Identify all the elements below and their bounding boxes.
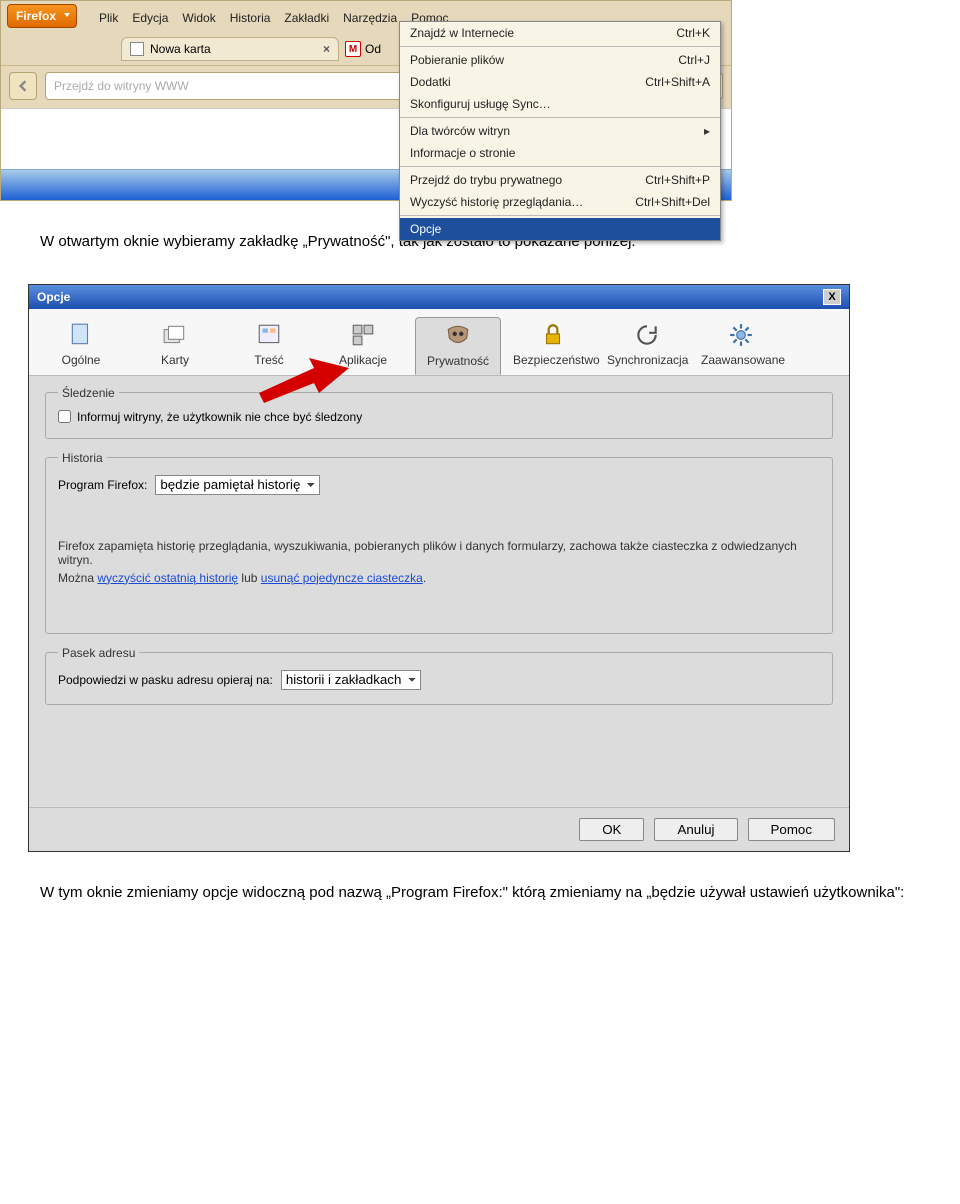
tab-label: Bezpieczeństwo (513, 353, 600, 367)
menu-item[interactable]: Informacje o stronie (400, 142, 720, 164)
dialog-title: Opcje (37, 290, 70, 304)
ok-button[interactable]: OK (579, 818, 644, 841)
menu-item[interactable]: Przejdź do trybu prywatnegoCtrl+Shift+P (400, 169, 720, 191)
menu-zakladki[interactable]: Zakładki (284, 11, 329, 25)
history-fieldset: Historia Program Firefox: będzie pamięta… (45, 451, 833, 634)
page-icon (130, 42, 144, 56)
instruction-2: W tym oknie zmieniamy opcje widoczną pod… (40, 882, 920, 905)
dialog-buttons: OK Anuluj Pomoc (29, 807, 849, 851)
back-button[interactable] (9, 72, 37, 100)
content-icon (253, 321, 285, 349)
addressbar-fieldset: Pasek adresu Podpowiedzi w pasku adresu … (45, 646, 833, 705)
tab-bezpieczenstwo[interactable]: Bezpieczeństwo (511, 317, 595, 375)
tab-zaawansowane[interactable]: Zaawansowane (699, 317, 783, 375)
apps-icon (347, 321, 379, 349)
tracking-label: Informuj witryny, że użytkownik nie chce… (77, 410, 362, 424)
link-clear-history[interactable]: wyczyścić ostatnią historię (97, 571, 238, 585)
menu-widok[interactable]: Widok (182, 11, 215, 25)
addressbar-row: Podpowiedzi w pasku adresu opieraj na: h… (58, 670, 820, 690)
url-placeholder: Przejdź do witryny WWW (54, 79, 189, 93)
menu-narzedzia[interactable]: Narzędzia (343, 11, 397, 25)
menu-edycja[interactable]: Edycja (132, 11, 168, 25)
history-select[interactable]: będzie pamiętał historię (155, 475, 320, 495)
tab-label: Karty (161, 353, 189, 367)
history-label: Program Firefox: (58, 478, 147, 492)
tab-new[interactable]: Nowa karta × (121, 37, 339, 61)
dialog-body: Śledzenie Informuj witryny, że użytkowni… (29, 376, 849, 807)
firefox-window: Firefox Plik Edycja Widok Historia Zakła… (0, 0, 732, 201)
tab-tresc[interactable]: Treść (227, 317, 311, 375)
lock-icon (537, 321, 569, 349)
dialog-close-button[interactable]: X (823, 289, 841, 305)
tools-dropdown: Znajdź w InternecieCtrl+K Pobieranie plik… (399, 21, 721, 241)
tab-label: Prywatność (427, 354, 489, 368)
tab-label: Nowa karta (150, 42, 211, 56)
tab-prywatnosc[interactable]: Prywatność (415, 317, 501, 375)
tracking-checkbox-row[interactable]: Informuj witryny, że użytkownik nie chce… (58, 410, 820, 424)
menu-plik[interactable]: Plik (99, 11, 118, 25)
options-dialog: Opcje X Ogólne Karty Treść (28, 284, 850, 852)
menu-item[interactable]: Pobieranie plikówCtrl+J (400, 49, 720, 71)
tracking-fieldset: Śledzenie Informuj witryny, że użytkowni… (45, 386, 833, 439)
menu-item[interactable]: Dla twórców witryn▸ (400, 120, 720, 142)
menu-item[interactable]: Opcje (400, 218, 720, 240)
close-icon[interactable]: × (323, 42, 330, 56)
sync-icon (631, 321, 663, 349)
tab-label: Aplikacje (339, 353, 387, 367)
tab2-label: Od (365, 42, 381, 56)
firefox-menu-button[interactable]: Firefox (7, 4, 77, 28)
history-legend: Historia (58, 451, 107, 465)
tabs-icon (159, 321, 191, 349)
tab-label: Synchronizacja (607, 353, 688, 367)
addressbar-label: Podpowiedzi w pasku adresu opieraj na: (58, 673, 273, 687)
tab-karty[interactable]: Karty (133, 317, 217, 375)
tab-label: Ogólne (62, 353, 101, 367)
history-info-2: Można wyczyścić ostatnią historię lub us… (58, 571, 820, 585)
tab-sync[interactable]: Synchronizacja (605, 317, 689, 375)
page-icon (65, 321, 97, 349)
link-remove-cookies[interactable]: usunąć pojedyncze ciasteczka (261, 571, 423, 585)
gmail-icon: M (345, 41, 361, 57)
tab-aplikacje[interactable]: Aplikacje (321, 317, 405, 375)
history-row: Program Firefox: będzie pamiętał histori… (58, 475, 820, 495)
history-info-1: Firefox zapamięta historię przeglądania,… (58, 539, 820, 567)
menu-bar: Plik Edycja Widok Historia Zakładki Narz… (87, 7, 448, 25)
tracking-checkbox[interactable] (58, 410, 71, 423)
tab-other[interactable]: M Od (345, 41, 381, 57)
dialog-titlebar: Opcje X (29, 285, 849, 309)
menu-item[interactable]: Skonfiguruj usługę Sync… (400, 93, 720, 115)
addressbar-legend: Pasek adresu (58, 646, 139, 660)
tracking-legend: Śledzenie (58, 386, 119, 400)
tab-label: Zaawansowane (701, 353, 785, 367)
gear-icon (725, 321, 757, 349)
mask-icon (442, 322, 474, 350)
menu-item[interactable]: DodatkiCtrl+Shift+A (400, 71, 720, 93)
menu-historia[interactable]: Historia (230, 11, 271, 25)
tab-ogolne[interactable]: Ogólne (39, 317, 123, 375)
cancel-button[interactable]: Anuluj (654, 818, 737, 841)
settings-tabs: Ogólne Karty Treść Aplikacje (29, 309, 849, 376)
tab-label: Treść (254, 353, 284, 367)
addressbar-select[interactable]: historii i zakładkach (281, 670, 421, 690)
help-button[interactable]: Pomoc (748, 818, 835, 841)
menu-item[interactable]: Znajdź w InternecieCtrl+K (400, 22, 720, 44)
menu-item[interactable]: Wyczyść historię przeglądania…Ctrl+Shift… (400, 191, 720, 213)
